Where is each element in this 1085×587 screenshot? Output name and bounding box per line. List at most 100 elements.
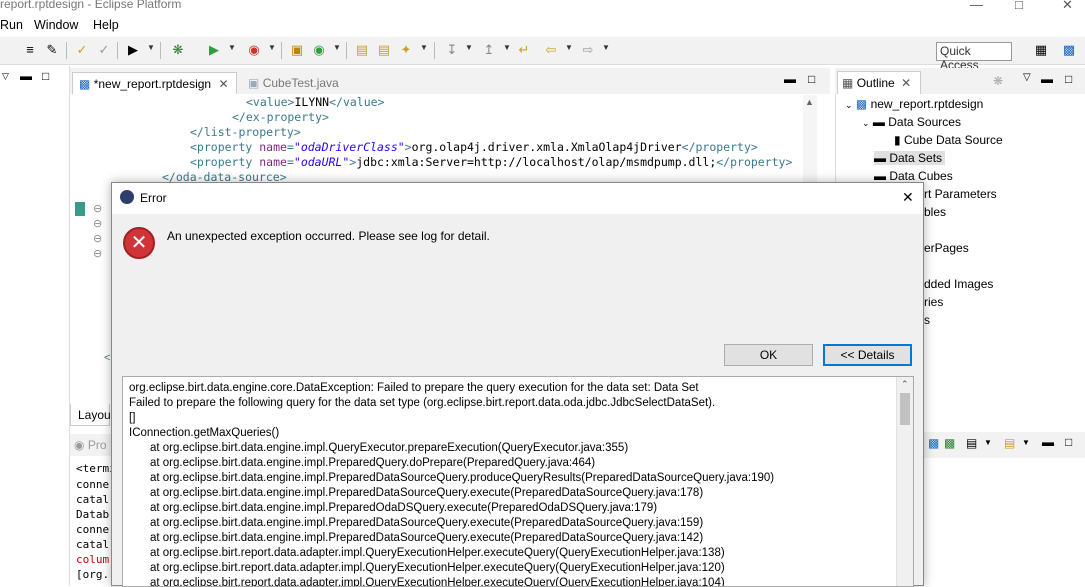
tab-outline[interactable]: ▦ Outline ✕ <box>837 71 921 94</box>
minimize-view-icon[interactable]: ▬ <box>20 69 32 83</box>
tab-cubetest[interactable]: ▣ CubeTest.java <box>242 72 352 94</box>
editor-scrollbar[interactable]: ▲ <box>803 95 817 185</box>
close-tab-icon[interactable]: ✕ <box>218 77 228 91</box>
maximize-view-icon[interactable]: □ <box>1065 435 1072 449</box>
details-line: at org.eclipse.birt.data.engine.impl.Que… <box>150 442 629 454</box>
tree-item-scripts[interactable]: s <box>924 313 930 327</box>
close-icon[interactable]: ✕ <box>1062 0 1073 13</box>
back-icon[interactable]: ⇦ <box>543 42 559 58</box>
fold-icon[interactable]: ⊖ <box>93 202 102 215</box>
minimize-editor-icon[interactable]: ▬ <box>784 72 796 86</box>
tree-item-variables[interactable]: bles <box>924 205 946 219</box>
new-package-icon[interactable]: ▣ <box>289 42 305 58</box>
outline-icon: ▦ <box>842 76 854 90</box>
close-icon[interactable]: ✕ <box>902 189 914 206</box>
chevron-down-icon[interactable]: ▼ <box>228 43 236 52</box>
console-line: catal <box>76 493 110 506</box>
details-text-area[interactable]: org.eclipse.birt.data.engine.core.DataEx… <box>122 376 914 587</box>
chevron-down-icon[interactable]: ▼ <box>1022 438 1030 447</box>
maximize-view-icon[interactable]: □ <box>42 69 49 83</box>
dialog-title-bar: Error ✕ <box>112 183 923 214</box>
open-task-icon[interactable]: ▤ <box>376 42 392 58</box>
tree-item-embedded-images[interactable]: dded Images <box>924 277 993 291</box>
last-edit-location-icon[interactable]: ↵ <box>516 42 532 58</box>
console-line: conne <box>76 478 110 491</box>
new-console-icon[interactable]: ▤ <box>1004 436 1015 450</box>
tab-new-report[interactable]: ▩ *new_report.rptdesign ✕ <box>72 72 237 94</box>
toggle-icon[interactable]: ≡ <box>22 42 38 58</box>
fold-icon[interactable]: ⊖ <box>93 232 102 245</box>
quick-access-input[interactable]: Quick Access <box>936 42 1012 72</box>
open-type-icon[interactable]: ▤ <box>354 42 370 58</box>
view-menu-icon[interactable]: ▽ <box>1023 72 1031 83</box>
tree-item-parameters[interactable]: rt Parameters <box>924 187 997 201</box>
annotation-next-icon[interactable]: ✓ <box>74 42 90 58</box>
code-line: <property name="odaDriverClass">org.olap… <box>190 140 758 154</box>
details-scrollbar[interactable]: ⌃ <box>896 377 913 586</box>
menu-help[interactable]: Help <box>93 18 119 32</box>
menu-bar: Run Window Help <box>0 14 1085 36</box>
tree-item-data-cubes[interactable]: ▬ Data Cubes <box>874 169 953 183</box>
preview-icon[interactable]: ▶ <box>125 42 141 58</box>
open-console-icon[interactable]: ▩ <box>928 436 939 450</box>
maximize-view-icon[interactable]: □ <box>1065 72 1072 86</box>
chevron-down-icon[interactable]: ▼ <box>333 43 341 52</box>
chevron-down-icon[interactable]: ▼ <box>147 43 155 52</box>
toolbar-separator <box>160 42 161 59</box>
expand-icon[interactable]: ⌄ <box>845 100 853 110</box>
tree-item-master-pages[interactable]: erPages <box>924 241 969 255</box>
chevron-down-icon[interactable]: ▼ <box>984 438 992 447</box>
display-console-icon[interactable]: ▤ <box>966 436 977 450</box>
tree-item-cube-data-source[interactable]: ▮ Cube Data Source <box>894 133 1003 147</box>
tree-item-report[interactable]: ⌄ ▩ new_report.rptdesign <box>845 97 983 111</box>
scroll-up-icon[interactable]: ⌃ <box>901 379 909 390</box>
maximize-editor-icon[interactable]: □ <box>808 72 815 86</box>
expand-icon[interactable]: ⌄ <box>862 118 870 128</box>
chevron-down-icon[interactable]: ▼ <box>465 43 473 52</box>
xml-source-editor[interactable]: <value>ILYNN</value> </ex-property> </li… <box>106 95 806 185</box>
minimize-view-icon[interactable]: ▬ <box>1042 435 1054 449</box>
perspective-icon[interactable]: ▦ <box>1033 42 1049 58</box>
chevron-down-icon[interactable]: ▼ <box>602 43 610 52</box>
details-button[interactable]: << Details <box>823 344 912 366</box>
chevron-down-icon[interactable]: ▼ <box>565 43 573 52</box>
run-icon[interactable]: ▶ <box>206 42 222 58</box>
menu-run[interactable]: Run <box>0 18 23 32</box>
details-line: at org.eclipse.birt.data.engine.impl.Pre… <box>150 502 658 514</box>
tab-layout[interactable]: Layou <box>70 404 111 426</box>
tree-item-data-sets[interactable]: ▬ Data Sets <box>874 151 946 165</box>
tree-item-libraries[interactable]: ries <box>924 295 943 309</box>
scroll-up-icon[interactable]: ▲ <box>805 97 814 107</box>
chevron-down-icon[interactable]: ▼ <box>420 43 428 52</box>
menu-window[interactable]: Window <box>34 18 78 32</box>
report-file-icon: ▩ <box>855 97 868 111</box>
tree-item-data-sources[interactable]: ⌄ ▬ Data Sources <box>862 115 961 129</box>
view-menu-icon[interactable]: ▽ <box>2 71 9 82</box>
fold-icon[interactable]: ⊖ <box>93 217 102 230</box>
fold-icon[interactable]: ⊖ <box>93 247 102 260</box>
debug-icon[interactable]: ❋ <box>170 42 186 58</box>
new-class-icon[interactable]: ◉ <box>311 42 327 58</box>
previous-annotation-icon[interactable]: ↥ <box>481 42 497 58</box>
chevron-down-icon[interactable]: ▼ <box>503 43 511 52</box>
next-annotation-icon[interactable]: ↧ <box>444 42 460 58</box>
forward-icon[interactable]: ⇨ <box>580 42 596 58</box>
restore-icon[interactable]: □ <box>1015 0 1023 12</box>
minimize-icon[interactable]: — <box>970 0 983 12</box>
report-design-perspective-icon[interactable]: ▩ <box>1061 42 1077 58</box>
toolbar-separator <box>117 42 118 59</box>
window-title: report.rptdesign - Eclipse Platform <box>0 0 182 11</box>
ok-button[interactable]: OK <box>724 344 813 366</box>
chevron-down-icon[interactable]: ▼ <box>268 43 276 52</box>
scroll-thumb[interactable] <box>900 393 910 425</box>
mark-occurrences-icon[interactable]: ✎ <box>44 42 60 58</box>
annotation-prev-icon[interactable]: ✓ <box>96 42 112 58</box>
external-tools-icon[interactable]: ◉ <box>246 42 262 58</box>
pin-icon[interactable]: ▩ <box>944 436 955 450</box>
console-line: [org. <box>76 568 110 581</box>
code-fragment: < <box>104 352 111 364</box>
search-icon[interactable]: ✦ <box>398 42 414 58</box>
minimize-view-icon[interactable]: ▬ <box>1041 72 1053 86</box>
link-icon[interactable]: ❋ <box>993 74 1003 88</box>
close-tab-icon[interactable]: ✕ <box>901 76 911 90</box>
